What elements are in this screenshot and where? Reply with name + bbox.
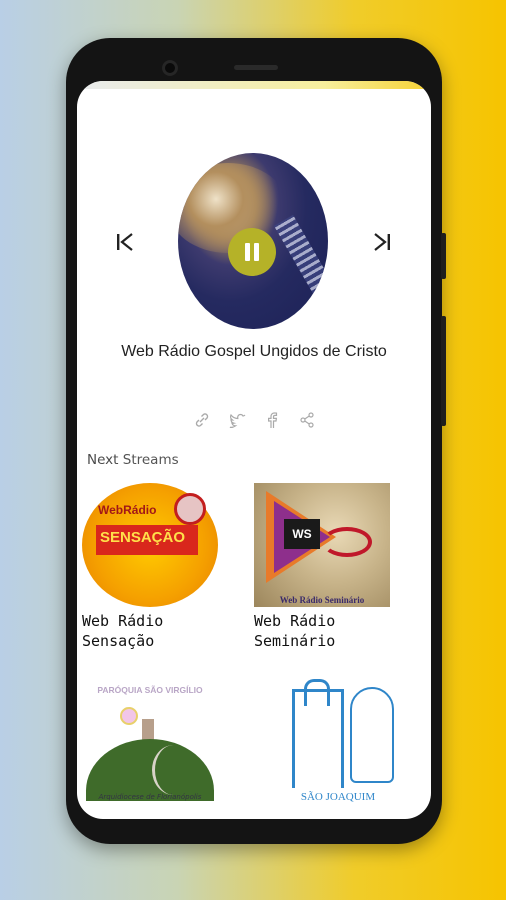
app-screen: Web Rádio Gospel Ungidos de Cristo Next … bbox=[77, 81, 431, 819]
stream-thumbnail: SÃO JOAQUIM bbox=[270, 679, 406, 803]
player-section bbox=[77, 111, 431, 329]
stream-thumbnail: PARÓQUIA SÃO VIRGÍLIO Arquidiocese de Fl… bbox=[82, 679, 218, 803]
heading-prefix: Next bbox=[87, 452, 119, 468]
thumb-caption: SÃO JOAQUIM bbox=[300, 791, 376, 803]
stream-card[interactable]: SÃO JOAQUIM bbox=[270, 679, 430, 803]
thumb-footer: Arquidiocese de Florianópolis bbox=[98, 793, 202, 801]
skip-previous-icon[interactable] bbox=[112, 229, 138, 255]
earpiece-speaker bbox=[234, 65, 278, 70]
front-camera bbox=[162, 60, 178, 76]
thumb-header: PARÓQUIA SÃO VIRGÍLIO bbox=[97, 685, 203, 695]
status-bar bbox=[77, 81, 431, 89]
thumb-text: SENSAÇÃO bbox=[100, 529, 186, 546]
stream-thumbnail: WebRádio SENSAÇÃO bbox=[82, 483, 218, 607]
station-title: Web Rádio Gospel Ungidos de Cristo bbox=[121, 343, 387, 360]
pause-button[interactable] bbox=[228, 228, 276, 276]
thumb-text: WebRádio bbox=[98, 503, 157, 517]
stream-card[interactable]: PARÓQUIA SÃO VIRGÍLIO Arquidiocese de Fl… bbox=[82, 679, 242, 803]
stream-card[interactable]: WebRádio SENSAÇÃO Web Rádio Sensação bbox=[82, 483, 242, 651]
next-streams-heading: Next Streams bbox=[87, 452, 179, 468]
heading-accent: Streams bbox=[122, 452, 179, 468]
skip-next-icon[interactable] bbox=[369, 229, 395, 255]
pause-icon bbox=[245, 243, 250, 261]
thumb-caption: Web Rádio Seminário bbox=[279, 595, 365, 605]
stream-card[interactable]: WS Web Rádio Seminário Web Rádio Seminár… bbox=[254, 483, 414, 651]
share-icon[interactable] bbox=[298, 411, 316, 429]
link-icon[interactable] bbox=[193, 411, 211, 429]
volume-button bbox=[441, 316, 446, 426]
power-button bbox=[441, 233, 446, 279]
stream-name: Web Rádio Seminário bbox=[254, 612, 336, 650]
facebook-icon[interactable] bbox=[263, 411, 281, 429]
stream-thumbnail: WS Web Rádio Seminário bbox=[254, 483, 390, 607]
microphone-icon bbox=[174, 493, 206, 525]
stream-name: Web Rádio Sensação bbox=[82, 612, 164, 650]
share-row bbox=[193, 411, 316, 431]
twitter-icon[interactable] bbox=[228, 411, 246, 429]
thumb-text: WS bbox=[284, 519, 320, 549]
